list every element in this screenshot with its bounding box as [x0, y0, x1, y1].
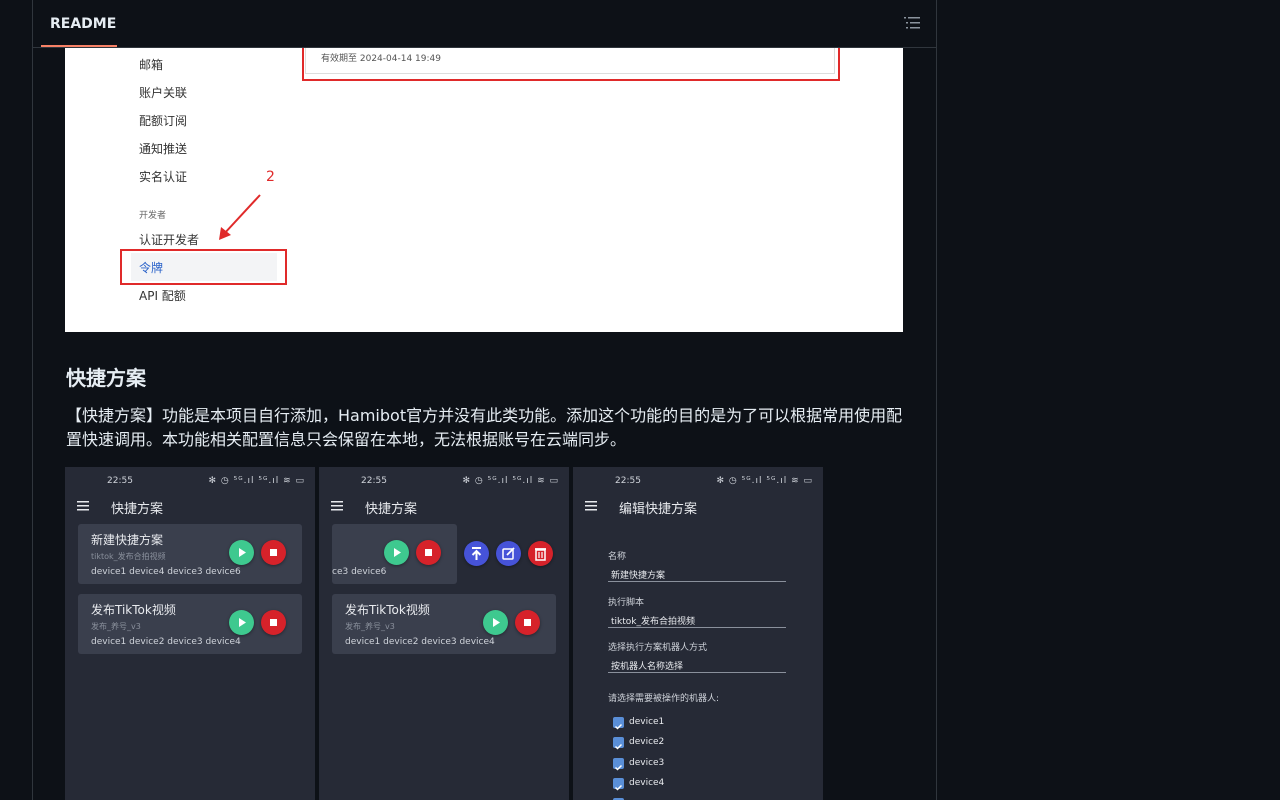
status-icons: ✻ ◷ ⁵ᴳ.ıl ⁵ᴳ.ıl ≋ ▭	[208, 476, 305, 486]
app-title: 快捷方案	[111, 502, 164, 517]
app-title: 编辑快捷方案	[619, 502, 698, 517]
play-icon	[229, 610, 254, 635]
robot-label: device4	[629, 778, 665, 788]
checkbox-icon	[613, 717, 624, 730]
script-underline	[608, 627, 786, 628]
annotation-number: 2	[266, 169, 275, 185]
status-bar: 22:55 ✻ ◷ ⁵ᴳ.ıl ⁵ᴳ.ıl ≋ ▭	[361, 476, 559, 486]
name-label: 名称	[608, 552, 627, 562]
app-bar: 快捷方案	[319, 495, 569, 517]
plan-card-1: 新建快捷方案 tiktok_发布合拍视频 device1 device4 dev…	[78, 524, 302, 584]
hamburger-icon	[77, 501, 89, 511]
menu-item-email: 邮箱	[139, 58, 164, 72]
robots-label: 请选择需要被操作的机器人:	[608, 694, 720, 704]
stop-icon	[261, 610, 286, 635]
hamburger-icon	[585, 501, 597, 511]
script-label: 执行脚本	[608, 598, 645, 608]
pin-top-icon	[464, 541, 489, 566]
hamburger-icon	[331, 501, 343, 511]
menu-item-api-quota: API 配额	[139, 289, 186, 303]
section-heading: 快捷方案	[66, 366, 146, 390]
name-underline	[608, 581, 786, 582]
status-icons: ✻ ◷ ⁵ᴳ.ıl ⁵ᴳ.ıl ≋ ▭	[716, 476, 813, 486]
status-bar: 22:55 ✻ ◷ ⁵ᴳ.ıl ⁵ᴳ.ıl ≋ ▭	[615, 476, 813, 486]
plan-card-2: 发布TikTok视频 发布_养号_v3 device1 device2 devi…	[78, 594, 302, 654]
mode-label: 选择执行方案机器人方式	[608, 643, 708, 653]
play-icon	[483, 610, 508, 635]
mode-underline	[608, 672, 786, 673]
play-icon	[229, 540, 254, 565]
outline-list-icon[interactable]	[904, 15, 920, 31]
readme-panel: 有效期至 2024-04-14 19:49 邮箱 账户关联 配额订阅 通知推送 …	[32, 0, 937, 800]
checkbox-icon	[613, 778, 624, 791]
tab-readme[interactable]: README	[41, 0, 125, 47]
app-bar: 编辑快捷方案	[573, 495, 823, 517]
annotation-arrow-icon	[219, 194, 261, 240]
stop-icon	[261, 540, 286, 565]
phone-screenshot-swipe: 22:55 ✻ ◷ ⁵ᴳ.ıl ⁵ᴳ.ıl ≋ ▭ 快捷方案 ce3 devic…	[319, 467, 569, 800]
menu-item-notify: 通知推送	[139, 142, 188, 156]
menu-item-verify: 实名认证	[139, 170, 188, 184]
settings-screenshot: 有效期至 2024-04-14 19:49 邮箱 账户关联 配额订阅 通知推送 …	[65, 47, 903, 332]
name-value: 新建快捷方案	[611, 571, 666, 581]
robot-label: device3	[629, 758, 665, 768]
menu-item-account-link: 账户关联	[139, 86, 188, 100]
plan-card-1-swiped: ce3 device6	[332, 524, 457, 584]
play-icon	[384, 540, 409, 565]
robot-label: device2	[629, 737, 665, 747]
script-value: tiktok_发布合拍视频	[611, 617, 695, 627]
app-bar: 快捷方案	[65, 495, 315, 517]
highlight-box-2	[120, 249, 287, 285]
active-tab-underline	[41, 45, 117, 47]
section-paragraph: 【快捷方案】功能是本项目自行添加，Hamibot官方并没有此类功能。添加这个功能…	[66, 406, 903, 449]
menu-group-developer: 开发者	[139, 211, 167, 221]
stop-icon	[416, 540, 441, 565]
readme-tabbar: README	[33, 0, 936, 48]
checkbox-icon	[613, 758, 624, 771]
edit-icon	[496, 541, 521, 566]
status-icons: ✻ ◷ ⁵ᴳ.ıl ⁵ᴳ.ıl ≋ ▭	[462, 476, 559, 486]
robot-label: device1	[629, 717, 665, 727]
phone-screenshot-edit: 22:55 ✻ ◷ ⁵ᴳ.ıl ⁵ᴳ.ıl ≋ ▭ 编辑快捷方案 名称 新建快捷…	[573, 467, 823, 800]
app-title: 快捷方案	[365, 502, 418, 517]
menu-item-quota: 配额订阅	[139, 114, 188, 128]
stop-icon	[515, 610, 540, 635]
highlight-box-1	[302, 47, 840, 81]
checkbox-icon	[613, 737, 624, 750]
plan-card-2: 发布TikTok视频 发布_养号_v3 device1 device2 devi…	[332, 594, 556, 654]
mode-value: 按机器人名称选择	[611, 662, 684, 672]
status-bar: 22:55 ✻ ◷ ⁵ᴳ.ıl ⁵ᴳ.ıl ≋ ▭	[107, 476, 305, 486]
menu-item-dev-cert: 认证开发者	[139, 233, 200, 247]
delete-icon	[528, 541, 553, 566]
phone-screenshot-list: 22:55 ✻ ◷ ⁵ᴳ.ıl ⁵ᴳ.ıl ≋ ▭ 快捷方案 新建快捷方案 ti…	[65, 467, 315, 800]
